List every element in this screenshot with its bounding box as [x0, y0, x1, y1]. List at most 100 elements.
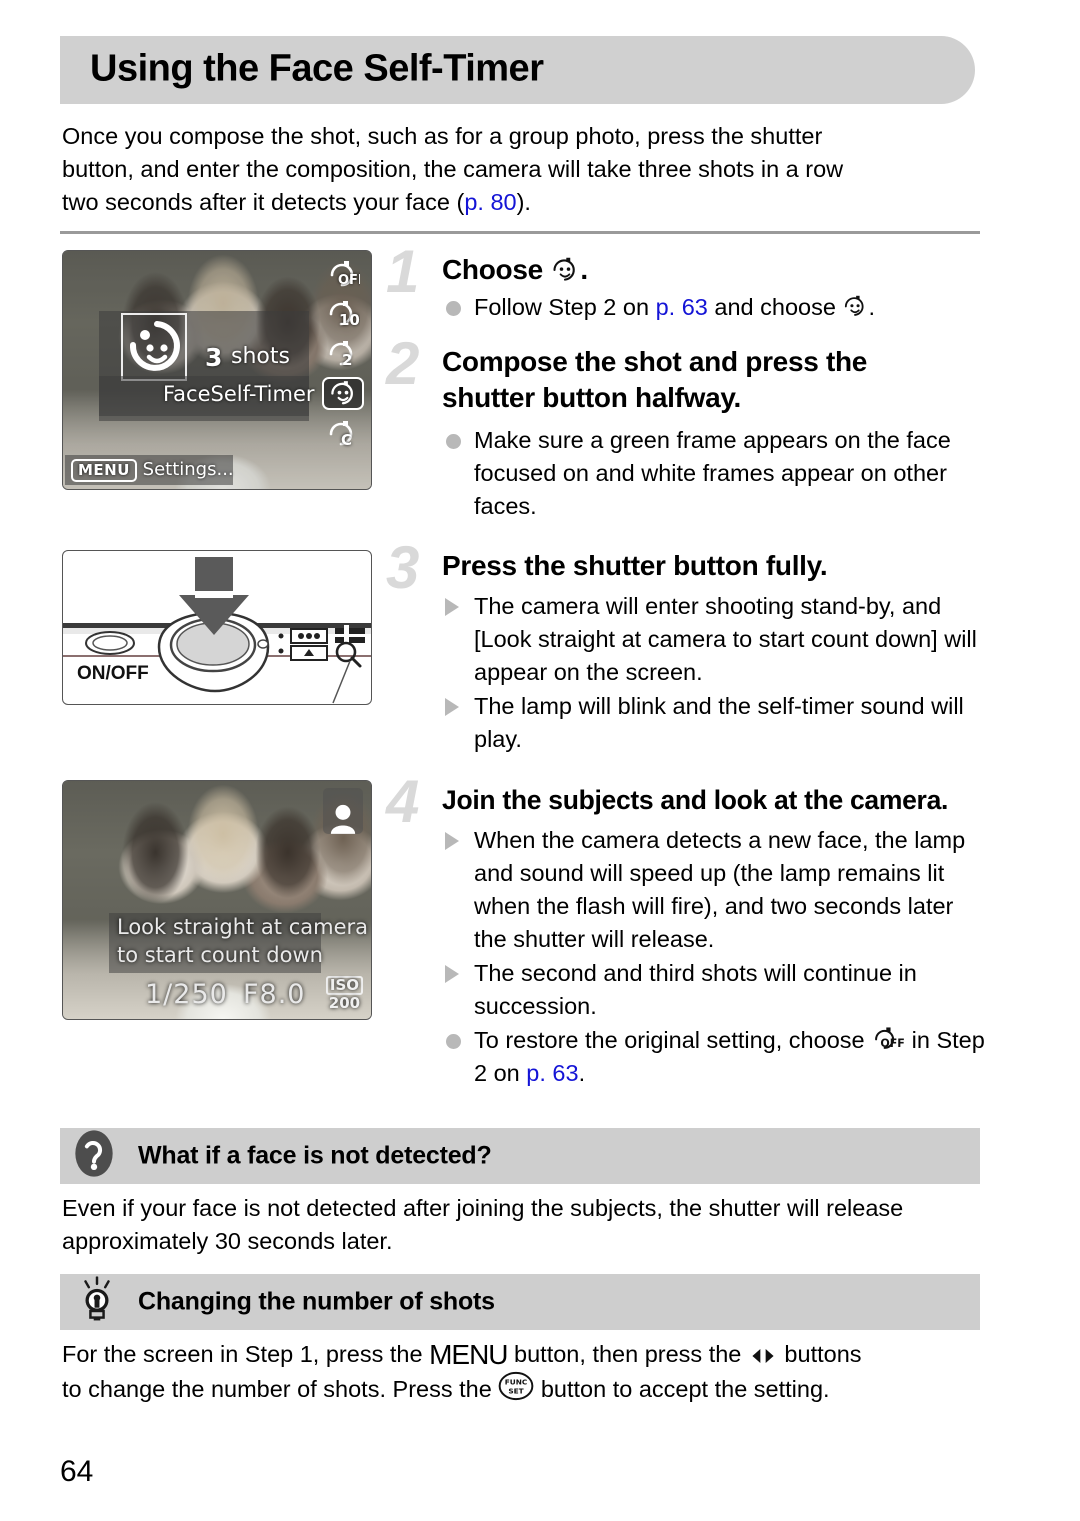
lightbulb-icon	[78, 1276, 116, 1328]
callout-tip-body-pre: For the screen in Step 1, press the	[62, 1341, 430, 1367]
step-2-bullet-1-text: Make sure a green frame appears on the f…	[474, 427, 951, 519]
face-self-timer-icon	[845, 296, 864, 317]
page-title: Using the Face Self-Timer	[90, 47, 544, 90]
bullet-dot-icon	[446, 434, 461, 449]
step-4-bullet-3-pre: To restore the original setting, choose	[474, 1027, 872, 1053]
self-timer-option-custom[interactable]: C	[322, 417, 364, 450]
lcd-menu-hint: MENU Settings...	[71, 459, 234, 482]
onoff-label: ON/OFF	[77, 663, 149, 684]
callout-tip-body-line-2: to change the number of shots. Press the…	[62, 1371, 982, 1406]
face-self-timer-glyph-large	[123, 315, 187, 379]
svg-text:OFF: OFF	[338, 273, 360, 288]
step-2-bullets: Make sure a green frame appears on the f…	[442, 424, 988, 523]
self-timer-option-10s[interactable]: 10	[322, 297, 364, 330]
step-4-bullet-2: The second and third shots will continue…	[442, 957, 988, 1023]
step-2-heading: Compose the shot and press the shutter b…	[442, 344, 988, 416]
step-4-bullets: When the camera detects a new face, the …	[442, 824, 988, 1090]
menu-badge-icon: MENU	[71, 459, 137, 482]
camera-top-diagram: ON/OFF	[63, 557, 371, 704]
step-1-heading-pre: Choose	[442, 254, 551, 285]
callout-tip-body-mid-2: buttons	[777, 1341, 862, 1367]
step-1-bullets: Follow Step 2 on p. 63 and choose .	[442, 291, 988, 324]
step-2-heading-line-1: Compose the shot and press the	[442, 346, 868, 377]
face-self-timer-icon	[553, 257, 576, 281]
step-4-heading-line-1: Join the subjects and look at the camera…	[442, 785, 949, 815]
step-4-bullet-3: To restore the original setting, choose …	[442, 1024, 988, 1090]
osd-message-line-2: to start count down	[117, 943, 323, 967]
lcd-mode-name: FaceSelf-Timer	[163, 382, 315, 406]
page-reference-63-a[interactable]: p. 63	[656, 294, 708, 320]
page-number: 64	[60, 1455, 94, 1488]
callout-tip-body-line-1: For the screen in Step 1, press the MENU…	[62, 1338, 982, 1371]
callout-tip-title: Changing the number of shots	[138, 1287, 495, 1316]
step-1-bullet-1-mid: and choose	[707, 294, 843, 320]
self-timer-option-face-selected[interactable]	[322, 377, 364, 410]
svg-text:10: 10	[339, 311, 360, 329]
callout-question-body-line-1: Even if your face is not detected after …	[62, 1195, 904, 1221]
step-3: 3 Press the shutter button fully. The ca…	[386, 538, 988, 757]
page-reference-63-b[interactable]: p. 63	[526, 1060, 578, 1086]
callout-tip-body-mid-1: button, then press the	[507, 1341, 748, 1367]
lcd-shots-word: shots	[231, 344, 290, 369]
bullet-dot-icon	[446, 1034, 461, 1049]
intro-line-2: button, and enter the composition, the c…	[62, 156, 844, 182]
callout-tip-body: For the screen in Step 1, press the MENU…	[62, 1338, 982, 1406]
step-4-heading: Join the subjects and look at the camera…	[442, 782, 988, 818]
callout-question-body-line-2: approximately 30 seconds later.	[62, 1228, 393, 1254]
callout-tip-body-line-2-post: button to accept the setting.	[534, 1375, 830, 1402]
self-timer-option-column: OFF 10 2	[317, 257, 369, 450]
figure-shooting-standby-screen: Look straight at camera to start count d…	[62, 780, 372, 1020]
left-right-buttons-icon	[752, 1349, 774, 1364]
callout-tip-body-line-2-pre: to change the number of shots. Press the	[62, 1375, 499, 1402]
svg-text:2: 2	[342, 351, 352, 369]
svg-text:FUNC: FUNC	[505, 1377, 528, 1386]
step-4: 4 Join the subjects and look at the came…	[386, 772, 988, 1091]
step-1-bullet-1-post: .	[868, 294, 875, 320]
callout-question-body: Even if your face is not detected after …	[62, 1192, 982, 1258]
callout-tip-header: Changing the number of shots	[60, 1274, 980, 1330]
step-1-number: 1	[386, 238, 420, 305]
lcd-shots-count: 3	[205, 343, 223, 372]
step-3-bullet-1: The camera will enter shooting stand-by,…	[442, 590, 988, 689]
section-divider	[60, 231, 980, 234]
page-reference-80[interactable]: p. 80	[464, 189, 516, 215]
question-mark-icon	[74, 1130, 114, 1183]
bullet-triangle-icon	[445, 832, 459, 850]
intro-line-3-post: ).	[516, 189, 531, 215]
step-1: 1 Choose . Follow Step 2 on p. 63 and ch…	[386, 242, 988, 325]
step-1-heading: Choose .	[442, 252, 988, 288]
step-2-bullet-1: Make sure a green frame appears on the f…	[442, 424, 988, 523]
self-timer-option-off[interactable]: OFF	[322, 257, 364, 290]
callout-question-header: What if a face is not detected?	[60, 1128, 980, 1184]
step-3-bullet-2: The lamp will blink and the self-timer s…	[442, 690, 988, 756]
step-2: 2 Compose the shot and press the shutter…	[386, 334, 988, 524]
step-1-bullet-1-pre: Follow Step 2 on	[474, 294, 656, 320]
bullet-dot-icon	[446, 301, 461, 316]
self-timer-option-2s[interactable]: 2	[322, 337, 364, 370]
osd-message-line-1: Look straight at camera	[117, 915, 368, 939]
bullet-triangle-icon	[445, 698, 459, 716]
face-detect-indicator-icon	[323, 788, 363, 834]
lcd-menu-action: Settings...	[142, 459, 234, 480]
page-title-bar: Using the Face Self-Timer	[60, 36, 975, 104]
svg-text:C: C	[341, 431, 352, 449]
osd-aperture: F8.0	[243, 979, 306, 1010]
step-3-heading-line-1: Press the shutter button fully.	[442, 550, 828, 581]
step-4-bullet-3-post: .	[578, 1060, 586, 1086]
step-3-bullet-2-text: The lamp will blink and the self-timer s…	[474, 693, 964, 752]
osd-iso-indicator: ISO 200	[325, 976, 363, 1011]
step-2-number: 2	[386, 330, 420, 397]
svg-text:SET: SET	[509, 1386, 524, 1395]
intro-paragraph: Once you compose the shot, such as for a…	[62, 120, 982, 219]
menu-button-icon: MENU	[429, 1339, 508, 1370]
step-3-heading: Press the shutter button fully.	[442, 548, 988, 584]
step-4-bullet-1: When the camera detects a new face, the …	[442, 824, 988, 956]
self-timer-off-icon: OFF	[875, 1027, 905, 1050]
step-3-number: 3	[386, 534, 420, 601]
callout-question-title: What if a face is not detected?	[138, 1141, 492, 1170]
step-1-bullet-1: Follow Step 2 on p. 63 and choose .	[442, 291, 988, 324]
step-3-bullet-1-text: The camera will enter shooting stand-by,…	[474, 593, 977, 685]
step-3-bullets: The camera will enter shooting stand-by,…	[442, 590, 988, 756]
func-set-button-icon: FUNCSET	[498, 1371, 534, 1401]
figure-self-timer-menu-screen: 3 shots FaceSelf-Timer MENU Settings... …	[62, 250, 372, 490]
